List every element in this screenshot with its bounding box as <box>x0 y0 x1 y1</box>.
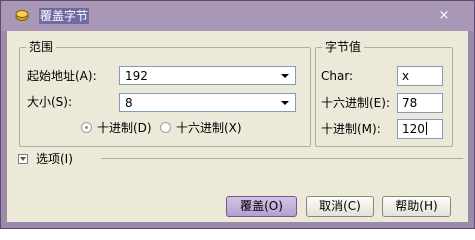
dropdown-arrow-icon[interactable] <box>281 74 289 78</box>
decimal-value: 120 <box>402 122 425 136</box>
chevron-down-icon <box>20 157 26 161</box>
radio-dot-icon <box>85 126 88 129</box>
char-label: Char: <box>321 69 354 83</box>
hex-radio-label[interactable]: 十六进制(X) <box>176 121 242 135</box>
hex-input[interactable]: 78 <box>397 93 443 113</box>
char-value: x <box>402 69 410 83</box>
options-divider <box>101 158 463 159</box>
start-address-label: 起始地址(A): <box>27 69 97 83</box>
size-combo[interactable]: 8 <box>119 93 296 112</box>
hex-value: 78 <box>402 96 418 110</box>
decimal-radio-label[interactable]: 十进制(D) <box>97 121 152 135</box>
window-title: 覆盖字节 <box>39 8 90 24</box>
dropdown-arrow-icon[interactable] <box>281 101 289 105</box>
start-address-value: 192 <box>125 69 148 83</box>
byte-value-legend: 字节值 <box>322 39 365 55</box>
dialog-body: 范围 起始地址(A): 192 大小(S): 8 十进制(D) 十六进制(X) … <box>7 31 468 222</box>
cancel-button[interactable]: 取消(C) <box>306 196 374 217</box>
decimal-input[interactable]: 120 <box>397 119 443 139</box>
decimal-radio[interactable] <box>81 122 92 133</box>
app-icon <box>15 10 29 21</box>
text-caret <box>425 122 427 135</box>
dialog-window: 覆盖字节 × 范围 起始地址(A): 192 大小(S): 8 十进制(D) 十… <box>0 0 475 229</box>
size-value: 8 <box>125 96 133 110</box>
close-icon[interactable]: × <box>438 9 450 22</box>
hex-label: 十六进制(E): <box>321 96 390 110</box>
range-legend: 范围 <box>26 39 57 55</box>
start-address-combo[interactable]: 192 <box>119 66 296 85</box>
size-label: 大小(S): <box>27 95 73 109</box>
char-input[interactable]: x <box>397 66 443 86</box>
decimal-label: 十进制(M): <box>321 122 381 136</box>
hex-radio[interactable] <box>160 122 171 133</box>
decimal-input-content: 120 <box>402 122 427 136</box>
options-expand-button[interactable] <box>18 154 28 164</box>
overwrite-button[interactable]: 覆盖(O) <box>226 196 297 217</box>
help-button[interactable]: 帮助(H) <box>382 196 451 217</box>
title-bar[interactable]: 覆盖字节 × <box>1 1 474 31</box>
options-label[interactable]: 选项(I) <box>36 152 73 166</box>
